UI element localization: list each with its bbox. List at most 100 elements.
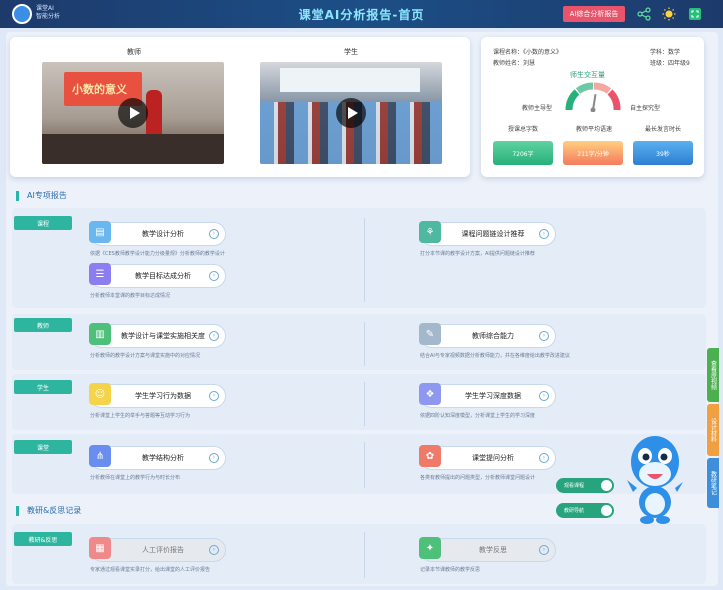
item-desc: 结合AI与专家视频数据分析教师能力，并在各维度给出教学改进建议 [420,353,570,359]
play-icon[interactable] [118,98,148,128]
item-label: 教学设计分析 [142,230,184,238]
watch-course-pill[interactable]: 观看课程 [556,478,614,493]
board-text: 小数的意义 [72,83,127,96]
teacher-video-label: 教师 [127,48,141,56]
question-icon: ✿ [419,445,441,467]
stat-speed: 211字/分钟 [563,141,623,165]
ai-section-title: AI专项报告 [16,191,67,201]
divider [364,322,365,366]
gauge-right-label: 自主探究型 [630,105,661,112]
stat-label-longest: 最长发言时长 [645,126,682,133]
teacher-video[interactable]: 小数的意义 [42,62,224,164]
user-icon [601,480,612,491]
student-icon: ☺ [89,383,111,405]
arrow-right-icon: › [209,331,219,341]
divider [364,532,365,578]
dolphin-mascot [627,436,683,524]
teaching-design-analysis-button[interactable]: ▤ 教学设计分析 › [89,221,226,246]
item-label: 教师综合能力 [472,332,514,340]
edit-icon: ✎ [419,323,441,345]
clipboard-icon: ☰ [89,263,111,285]
arrow-right-icon: › [209,391,219,401]
item-desc: 各类有教师提出的问题类型，分析教师课堂问题设计 [420,475,536,481]
arrow-right-icon: › [209,229,219,239]
item-label: 教学反思 [479,546,507,554]
comprehensive-report-button[interactable]: AI综合分析报告 [563,6,625,22]
brain-icon: ❖ [419,383,441,405]
tag-reflection: 教研&反思 [14,532,72,546]
classroom-question-button[interactable]: ✿ 课堂提问分析 › [419,445,556,470]
arrow-right-icon: › [539,453,549,463]
tag-course: 课程 [14,216,72,230]
arrow-right-icon: › [539,331,549,341]
reflection-section-title: 教研&反思记录 [16,506,81,516]
item-desc: 依据四阶认知深度模型，分析课堂上学生的学习深度 [420,413,536,419]
share-icon[interactable] [637,7,651,21]
structure-icon: ⋔ [89,445,111,467]
stat-label-speed: 教师平均语速 [576,126,613,133]
item-desc: 记录本节课教师的教学反思 [420,567,481,573]
item-desc: 打分本节课的教学设计方案，AI提供问题链设计推荐 [420,251,535,257]
question-chain-recommend-button[interactable]: ⚘ 课程问题链设计推荐 › [419,221,556,246]
teacher-ability-button[interactable]: ✎ 教师综合能力 › [419,323,556,348]
side-tab-research-notes[interactable]: 教研笔记 [707,458,719,508]
arrow-right-icon: › [539,545,549,555]
interaction-gauge [565,82,621,112]
item-label: 人工评价报告 [142,546,184,554]
user-icon [601,505,612,516]
teaching-goal-analysis-button[interactable]: ☰ 教学目标达成分析 › [89,263,226,288]
arrow-right-icon: › [539,229,549,239]
book-icon: ▥ [89,323,111,345]
gauge-title: 师生交互量 [570,71,605,79]
student-depth-button[interactable]: ❖ 学生学习深度数据 › [419,383,556,408]
stat-label-words: 授课总字数 [508,126,539,133]
tag-teacher: 教师 [14,318,72,332]
item-label: 教学设计与课堂实施相关度 [121,332,205,340]
item-desc: 分析课堂上学生的举手与答题等互动学习行为 [90,413,191,419]
item-label: 课堂提问分析 [472,454,514,462]
top-bar: 课堂AI 智能分析 课堂AI分析报告-首页 AI综合分析报告 [0,0,723,28]
teaching-reflection-button[interactable]: ✦ 教学反思 › [419,537,556,562]
teaching-structure-button[interactable]: ⋔ 教学结构分析 › [89,445,226,470]
student-video-label: 学生 [344,48,358,56]
tag-student: 学生 [14,380,72,394]
item-label: 教学结构分析 [142,454,184,462]
arrow-right-icon: › [209,545,219,555]
research-nav-pill[interactable]: 教研导航 [556,503,614,518]
divider [364,382,365,426]
item-label: 学生学习深度数据 [465,392,521,400]
item-desc: 分析教师的教学设计方案与课堂实施中的对应情况 [90,353,201,359]
manual-evaluation-button[interactable]: ▦ 人工评价报告 › [89,537,226,562]
teacher-figure [146,90,162,138]
student-video[interactable] [260,62,442,164]
item-desc: 分析教师本堂课的教学目标达成情况 [90,293,171,299]
play-icon[interactable] [336,98,366,128]
gauge-left-label: 教师主导型 [522,105,553,112]
item-label: 学生学习行为数据 [135,392,191,400]
stat-words: 7206字 [493,141,553,165]
subject: 学科：数学 [650,49,681,56]
sun-icon[interactable] [662,7,676,21]
class-name: 班级：四年级9 [650,60,690,67]
student-behavior-button[interactable]: ☺ 学生学习行为数据 › [89,383,226,408]
tag-classroom: 课堂 [14,440,72,454]
students-row [42,134,224,164]
item-label: 教学目标达成分析 [135,272,191,280]
side-tab-design-material[interactable]: 设计材料 [707,404,719,456]
course-name: 课程名称：《小数的意义》 [493,49,563,56]
item-desc: 依据《CES教师教学设计能力分级量规》分析教师的教学设计 [90,251,225,257]
document-icon: ▤ [89,221,111,243]
divider [364,218,365,302]
stat-longest: 39秒 [633,141,693,165]
arrow-right-icon: › [209,271,219,281]
bulb-icon: ✦ [419,537,441,559]
grid-icon: ▦ [89,537,111,559]
design-implementation-relevance-button[interactable]: ▥ 教学设计与课堂实施相关度 › [89,323,226,348]
window-area [280,68,420,92]
fullscreen-icon[interactable] [688,7,702,21]
flow-icon: ⚘ [419,221,441,243]
item-desc: 分析教师在课堂上的教学行为与时长分布 [90,475,181,481]
item-desc: 专家通过观看课堂实录打分，给出课堂的人工评价报告 [90,567,211,573]
arrow-right-icon: › [209,453,219,463]
side-tab-original-video[interactable]: 查看原视频 [707,348,719,402]
